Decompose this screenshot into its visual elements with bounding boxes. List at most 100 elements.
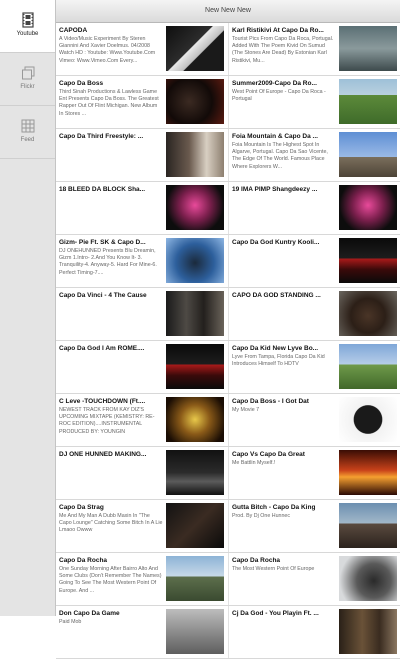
video-thumbnail[interactable]	[166, 450, 224, 495]
sidebar-item-flickr[interactable]: Flickr	[0, 53, 55, 106]
sidebar-item-label: Feed	[20, 137, 35, 143]
video-thumbnail[interactable]	[339, 185, 397, 230]
video-title: C Leve -TOUCHDOWN (Ft....	[59, 398, 146, 405]
video-thumbnail[interactable]	[339, 79, 397, 124]
video-title: 19 IMA PIMP Shangdeezy ...	[232, 186, 318, 193]
video-title: Capo Da Kid New Lyve Bo...	[232, 345, 319, 352]
video-row: Capo Da Rocha One Sunday Morning After Ba…	[56, 553, 400, 606]
video-row: 18 BLEED DA BLOCK Sha... 19 IMA PIMP Shan…	[56, 182, 400, 235]
video-item[interactable]: Capo Da Rocha The Most Western Point Of E…	[228, 553, 400, 605]
video-title: CAPODA	[59, 27, 88, 34]
video-item[interactable]: Summer2009-Capo Da Ro... West Point Of Eu…	[228, 76, 400, 128]
video-item[interactable]: Gizm- Pie Ft. SK & Capo D... DJ ONEHUNNED…	[56, 235, 228, 287]
video-description	[232, 248, 336, 284]
video-thumbnail[interactable]	[166, 503, 224, 548]
video-title: Capo Da God Kuntry Kooli...	[232, 239, 320, 246]
video-thumbnail[interactable]	[339, 397, 397, 442]
video-title: Capo Da Third Freestyle: ...	[59, 133, 144, 140]
sidebar-item-feed[interactable]: Feed	[0, 106, 55, 159]
sidebar: Youtube Flickr Feed	[0, 0, 56, 616]
video-row: C Leve -TOUCHDOWN (Ft.... NEWEST TRACK FR…	[56, 394, 400, 447]
video-thumbnail[interactable]	[166, 344, 224, 389]
video-title: 18 BLEED DA BLOCK Sha...	[59, 186, 146, 193]
video-item[interactable]: Capo Da Boss Third Sinah Productions & La…	[56, 76, 228, 128]
video-item[interactable]: CAPODA A Video/Music Experiment By Steren…	[56, 23, 228, 75]
page-title: New New New	[205, 7, 251, 14]
video-description	[232, 195, 336, 231]
video-description: West Point Of Europe - Capo Da Roca - Po…	[232, 89, 326, 103]
photo-icon	[21, 65, 35, 81]
video-description	[59, 354, 163, 390]
sidebar-item-youtube[interactable]: Youtube	[0, 0, 55, 53]
video-item[interactable]: Capo Da Rocha One Sunday Morning After Ba…	[56, 553, 228, 605]
video-list: CAPODA A Video/Music Experiment By Steren…	[56, 23, 400, 659]
video-item[interactable]: Capo Da Strag Me And My Man A Dubb Maxin …	[56, 500, 228, 552]
video-thumbnail[interactable]	[166, 79, 224, 124]
sidebar-item-label: Flickr	[20, 84, 35, 90]
video-description: Prod. By Dj One Hunnec	[232, 513, 290, 519]
video-item[interactable]: Capo Da Kid New Lyve Bo... Lyve From Tamp…	[228, 341, 400, 393]
video-description: Third Sinah Productions & Lawless Game E…	[59, 89, 159, 117]
video-title: Capo Da Rocha	[232, 557, 281, 564]
video-title: Capo Da Rocha	[59, 557, 108, 564]
video-title: Capo Da Vinci - 4 The Cause	[59, 292, 147, 299]
video-description: Foia Mountain Is The Highest Spot In Alg…	[232, 142, 328, 170]
video-row: DJ ONE HUNNED MAKING... Capo Vs Capo Da G…	[56, 447, 400, 500]
video-description	[232, 619, 336, 655]
video-item[interactable]: Karl Ristikivi At Capo Da Ro... Tourist P…	[228, 23, 400, 75]
video-title: Capo Da God I Am ROME....	[59, 345, 145, 352]
video-thumbnail[interactable]	[339, 450, 397, 495]
video-thumbnail[interactable]	[166, 397, 224, 442]
video-item[interactable]: DJ ONE HUNNED MAKING...	[56, 447, 228, 499]
video-thumbnail[interactable]	[166, 238, 224, 283]
film-icon	[21, 12, 35, 28]
video-thumbnail[interactable]	[339, 344, 397, 389]
video-item[interactable]: Capo Da God Kuntry Kooli...	[228, 235, 400, 287]
video-thumbnail[interactable]	[166, 556, 224, 601]
video-thumbnail[interactable]	[166, 291, 224, 336]
video-description: DJ ONEHUNNED Presents Blu Dreamin, Gizm …	[59, 248, 157, 276]
video-title: DJ ONE HUNNED MAKING...	[59, 451, 147, 458]
video-item[interactable]: Cj Da God - You Playin Ft. ...	[228, 606, 400, 658]
video-item[interactable]: 19 IMA PIMP Shangdeezy ...	[228, 182, 400, 234]
video-item[interactable]: Foia Mountain & Capo Da ... Foia Mountain…	[228, 129, 400, 181]
video-item[interactable]: Capo Da Third Freestyle: ...	[56, 129, 228, 181]
video-description: My Movie 7	[232, 407, 260, 413]
video-description	[59, 195, 163, 231]
video-description: Tourist Pics From Capo Da Roca, Portugal…	[232, 36, 334, 64]
video-description	[59, 301, 163, 337]
video-description: The Most Western Point Of Europe	[232, 566, 315, 572]
video-item[interactable]: 18 BLEED DA BLOCK Sha...	[56, 182, 228, 234]
video-item[interactable]: C Leve -TOUCHDOWN (Ft.... NEWEST TRACK FR…	[56, 394, 228, 446]
video-description: Me Battlin Myself.!	[232, 460, 276, 466]
video-item[interactable]: Capo Da Boss - I Got Dat My Movie 7	[228, 394, 400, 446]
video-title: Capo Da Strag	[59, 504, 104, 511]
video-row: Capo Da Third Freestyle: ... Foia Mountai…	[56, 129, 400, 182]
video-title: Capo Da Boss	[59, 80, 104, 87]
video-thumbnail[interactable]	[339, 132, 397, 177]
video-description	[59, 460, 163, 496]
video-thumbnail[interactable]	[339, 503, 397, 548]
video-title: Gutta Bitch - Capo Da King	[232, 504, 316, 511]
grid-icon	[21, 118, 35, 134]
video-row: Capo Da Vinci - 4 The Cause CAPO DA GOD S…	[56, 288, 400, 341]
video-thumbnail[interactable]	[166, 132, 224, 177]
video-item[interactable]: Capo Da God I Am ROME....	[56, 341, 228, 393]
video-thumbnail[interactable]	[339, 556, 397, 601]
video-item[interactable]: Capo Vs Capo Da Great Me Battlin Myself.!	[228, 447, 400, 499]
sidebar-item-label: Youtube	[16, 31, 39, 37]
video-row: Don Capo Da Game Paid Mob Cj Da God - You …	[56, 606, 400, 659]
video-title: Foia Mountain & Capo Da ...	[232, 133, 318, 140]
video-thumbnail[interactable]	[339, 238, 397, 283]
video-thumbnail[interactable]	[339, 291, 397, 336]
video-row: Capo Da Boss Third Sinah Productions & La…	[56, 76, 400, 129]
video-item[interactable]: CAPO DA GOD STANDING ...	[228, 288, 400, 340]
video-title: Karl Ristikivi At Capo Da Ro...	[232, 27, 324, 34]
video-thumbnail[interactable]	[166, 26, 224, 71]
video-thumbnail[interactable]	[339, 26, 397, 71]
video-description	[232, 301, 336, 337]
video-thumbnail[interactable]	[166, 185, 224, 230]
video-item[interactable]: Don Capo Da Game Paid Mob	[56, 606, 228, 658]
video-item[interactable]: Gutta Bitch - Capo Da King Prod. By Dj On…	[228, 500, 400, 552]
video-item[interactable]: Capo Da Vinci - 4 The Cause	[56, 288, 228, 340]
